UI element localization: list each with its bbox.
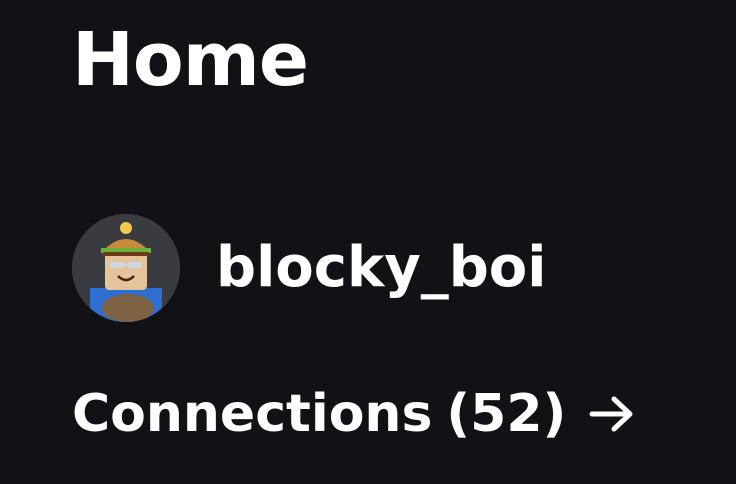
connections-link[interactable]: Connections (52) [72, 382, 636, 446]
profile-link[interactable]: blocky_boi [72, 214, 546, 322]
home-page: Home blocky_boi Connections (52) [0, 0, 736, 484]
arrow-right-icon[interactable] [588, 394, 636, 434]
avatar[interactable] [72, 214, 180, 322]
avatar-icon [72, 214, 180, 322]
connections-count: (52) [446, 384, 567, 444]
page-title: Home [72, 17, 309, 103]
connections-label: Connections [72, 384, 433, 444]
username[interactable]: blocky_boi [216, 236, 546, 300]
